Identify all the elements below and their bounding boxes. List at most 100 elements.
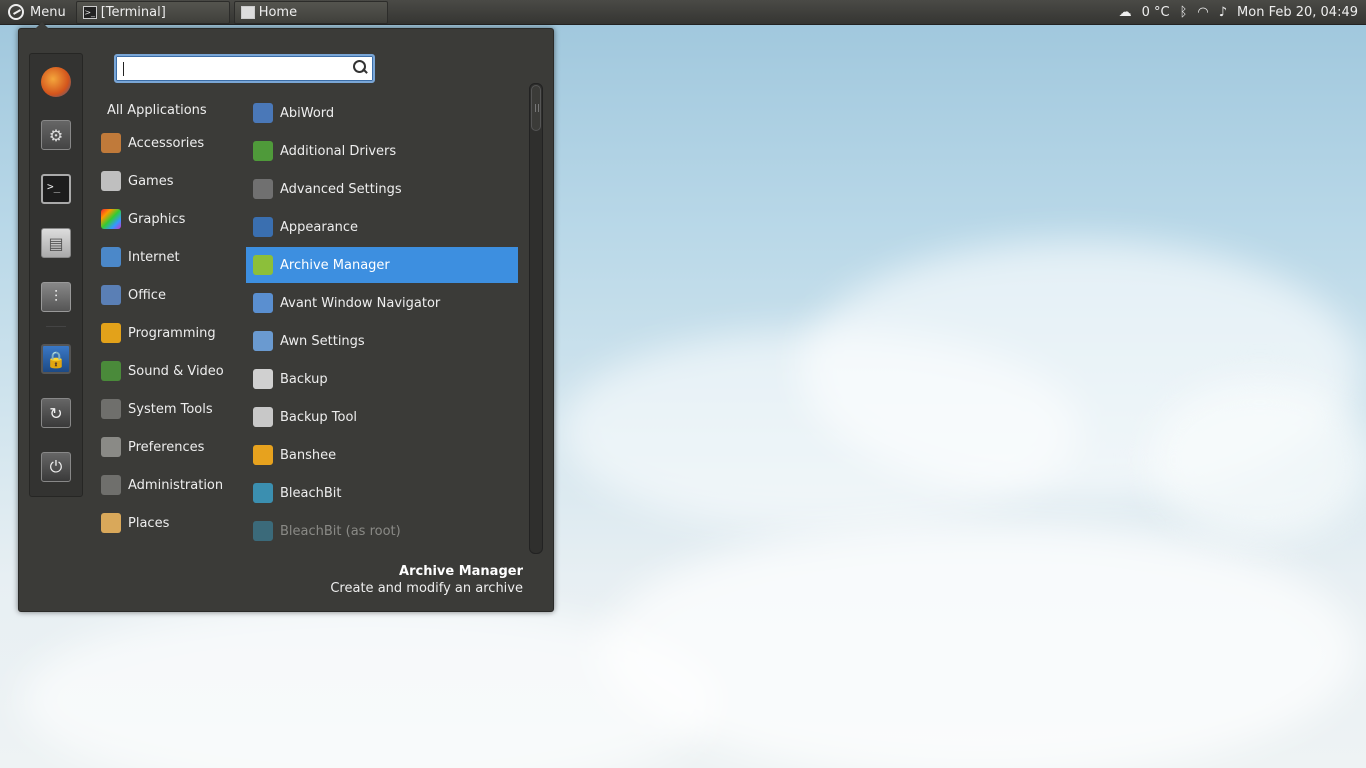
folder-icon [101, 513, 121, 533]
app-label: Additional Drivers [280, 143, 397, 159]
app-item-avant-window-navigator[interactable]: Avant Window Navigator [246, 285, 518, 321]
terminal-icon[interactable]: >_ [41, 174, 71, 204]
category-places[interactable]: Places [101, 509, 169, 537]
app-label: Banshee [280, 447, 337, 463]
category-label: Programming [128, 325, 216, 341]
app-item-appearance[interactable]: Appearance [246, 209, 518, 245]
shutdown-icon[interactable]: ⏻ [41, 452, 71, 482]
internet-icon [101, 247, 121, 267]
category-internet[interactable]: Internet [101, 243, 180, 271]
application-menu: ⚙ >_ ▤ ⫶ 🔒 ↻ ⏻ All Applications Accessor… [18, 22, 554, 612]
app-label: BleachBit (as root) [280, 523, 401, 539]
weather-temp[interactable]: 0 °C [1142, 5, 1170, 20]
bleachbit-icon [253, 483, 273, 503]
settings-icon [253, 179, 273, 199]
top-panel: Menu >_ [Terminal] Home ☁ 0 °C ᛒ ◠ ♪ Mon… [0, 0, 1366, 25]
app-label: Backup [280, 371, 328, 387]
system-tray: ☁ 0 °C ᛒ ◠ ♪ Mon Feb 20, 04:49 [1119, 5, 1366, 20]
app-label: Appearance [280, 219, 359, 235]
wifi-icon[interactable]: ◠ [1197, 5, 1208, 20]
control-center-icon[interactable]: ⫶ [41, 282, 71, 312]
app-item-backup[interactable]: Backup [246, 361, 518, 397]
category-administration[interactable]: Administration [101, 471, 223, 499]
logout-icon[interactable]: ↻ [41, 398, 71, 428]
app-description-title: Archive Manager [399, 564, 523, 579]
app-label: Awn Settings [280, 333, 365, 349]
app-description: Archive Manager Create and modify an arc… [330, 564, 523, 596]
category-label: Internet [128, 249, 180, 265]
app-item-advanced-settings[interactable]: Advanced Settings [246, 171, 518, 207]
bleachbit-icon [253, 521, 273, 541]
category-programming[interactable]: Programming [101, 319, 216, 347]
category-office[interactable]: Office [101, 281, 166, 309]
category-label: Accessories [128, 135, 205, 151]
weather-icon[interactable]: ☁ [1119, 5, 1132, 20]
app-label: Advanced Settings [280, 181, 402, 197]
taskbar-label: [Terminal] [100, 4, 166, 20]
category-sound-video[interactable]: Sound & Video [101, 357, 224, 385]
scrollbar-thumb[interactable] [531, 85, 541, 131]
sound-icon[interactable]: ♪ [1219, 5, 1227, 20]
app-item-backup-tool[interactable]: Backup Tool [246, 399, 518, 435]
backup-tool-icon [253, 407, 273, 427]
category-all-applications[interactable]: All Applications [107, 103, 207, 118]
app-item-abiword[interactable]: AbiWord [246, 95, 518, 131]
system-settings-icon[interactable]: ⚙ [41, 120, 71, 150]
category-system-tools[interactable]: System Tools [101, 395, 213, 423]
taskbar-label: Home [258, 4, 298, 20]
cloud [600, 520, 1360, 768]
category-preferences[interactable]: Preferences [101, 433, 204, 461]
category-label: Graphics [128, 211, 186, 227]
archive-manager-icon [253, 255, 273, 275]
app-item-banshee[interactable]: Banshee [246, 437, 518, 473]
search-box[interactable] [114, 54, 375, 83]
app-list-scrollbar[interactable] [529, 83, 543, 554]
system-tools-icon [101, 399, 121, 419]
category-label: Preferences [128, 439, 205, 455]
file-manager-icon[interactable]: ▤ [41, 228, 71, 258]
bluetooth-icon[interactable]: ᛒ [1180, 5, 1188, 20]
app-label: Backup Tool [280, 409, 358, 425]
accessories-icon [101, 133, 121, 153]
menu-button[interactable]: Menu [0, 0, 72, 25]
backup-icon [253, 369, 273, 389]
office-icon [101, 285, 121, 305]
taskbar-button-home[interactable]: Home [233, 0, 388, 24]
category-label: Office [128, 287, 166, 303]
clock[interactable]: Mon Feb 20, 04:49 [1237, 5, 1358, 20]
folder-icon [240, 5, 255, 19]
menu-label: Menu [30, 4, 66, 20]
category-games[interactable]: Games [101, 167, 173, 195]
app-item-bleachbit[interactable]: BleachBit [246, 475, 518, 511]
lock-screen-icon[interactable]: 🔒 [41, 344, 71, 374]
firefox-icon[interactable] [41, 67, 71, 97]
abiword-icon [253, 103, 273, 123]
category-accessories[interactable]: Accessories [101, 129, 204, 157]
text-cursor [123, 62, 124, 76]
sound-video-icon [101, 361, 121, 381]
banshee-icon [253, 445, 273, 465]
app-label: AbiWord [280, 105, 335, 121]
search-icon[interactable] [353, 60, 367, 74]
app-item-awn-settings[interactable]: Awn Settings [246, 323, 518, 359]
application-list: AbiWord Additional Drivers Advanced Sett… [246, 93, 519, 553]
app-item-additional-drivers[interactable]: Additional Drivers [246, 133, 518, 169]
app-item-bleachbit-root[interactable]: BleachBit (as root) [246, 513, 518, 549]
category-label: System Tools [128, 401, 213, 417]
graphics-icon [101, 209, 121, 229]
category-label: Administration [128, 477, 224, 493]
search-input[interactable] [120, 59, 345, 78]
programming-icon [101, 323, 121, 343]
app-description-text: Create and modify an archive [330, 581, 523, 596]
administration-icon [101, 475, 121, 495]
preferences-icon [101, 437, 121, 457]
cloud [1150, 380, 1366, 540]
category-graphics[interactable]: Graphics [101, 205, 185, 233]
app-label: Archive Manager [280, 257, 390, 273]
app-item-archive-manager[interactable]: Archive Manager [246, 247, 518, 283]
taskbar-button-terminal[interactable]: >_ [Terminal] [75, 0, 230, 24]
category-label: Games [128, 173, 174, 189]
app-label: BleachBit [280, 485, 342, 501]
games-icon [101, 171, 121, 191]
app-label: Avant Window Navigator [280, 295, 441, 311]
